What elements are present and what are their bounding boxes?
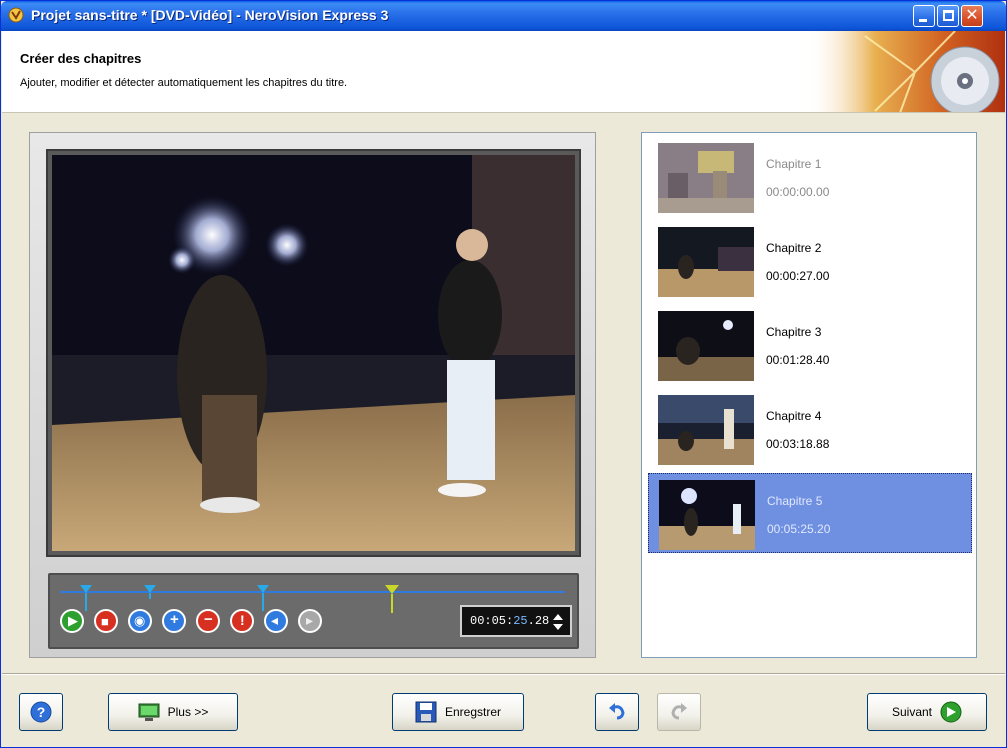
- header-disc-art: [805, 31, 1005, 112]
- stop-icon: ■: [101, 614, 109, 629]
- chapter-marker[interactable]: [257, 585, 269, 611]
- redo-icon: [671, 703, 687, 720]
- arrow-right-icon: [940, 701, 962, 723]
- help-button[interactable]: ?: [19, 693, 63, 731]
- floppy-disk-icon: [415, 701, 437, 723]
- page-subtitle: Ajouter, modifier et détecter automatiqu…: [20, 77, 348, 89]
- save-label: Enregstrer: [444, 705, 502, 719]
- play-button[interactable]: ▶: [60, 609, 84, 633]
- close-icon: ✕: [965, 7, 979, 24]
- undo-button[interactable]: [595, 693, 639, 731]
- maximize-button[interactable]: [937, 5, 959, 27]
- add-icon: +: [170, 611, 179, 628]
- help-icon: ?: [30, 701, 52, 723]
- chapter-name: Chapitre 3: [766, 325, 822, 339]
- next-icon: ▸: [306, 612, 314, 628]
- video-preview[interactable]: [52, 155, 575, 551]
- monitor-icon: [138, 703, 160, 721]
- chapter-time: 00:05:25.20: [767, 522, 831, 536]
- chapter-time: 00:00:27.00: [766, 269, 830, 283]
- chapter-thumbnail: [658, 143, 754, 213]
- chapter-marker[interactable]: [144, 585, 156, 599]
- more-button[interactable]: Plus >>: [108, 693, 238, 731]
- close-button[interactable]: ✕: [961, 5, 983, 27]
- play-icon: ▶: [68, 613, 78, 628]
- timecode-display[interactable]: 00:05:25.28: [460, 605, 572, 637]
- chapter-timeline[interactable]: [60, 585, 565, 613]
- alert-icon: !: [240, 612, 245, 628]
- previous-icon: ◂: [271, 612, 279, 628]
- chapter-item[interactable]: Chapitre 1 00:00:00.00: [648, 137, 972, 217]
- remove-icon: −: [204, 611, 213, 628]
- chapter-time: 00:03:18.88: [766, 437, 830, 451]
- app-window: Projet sans-titre * [DVD-Vidéo] - NeroVi…: [0, 0, 1007, 748]
- timecode-frames: .28: [527, 614, 550, 628]
- detect-icon: ◉: [134, 613, 146, 628]
- maximize-icon: [943, 10, 954, 21]
- chapter-item[interactable]: Chapitre 2 00:00:27.00: [648, 221, 972, 301]
- chapter-time: 00:01:28.40: [766, 353, 830, 367]
- detect-chapters-button[interactable]: ◉: [128, 609, 152, 633]
- next-button[interactable]: Suivant: [867, 693, 987, 731]
- redo-button: [657, 693, 701, 731]
- footer-separator: [2, 673, 1005, 675]
- chapter-list[interactable]: Chapitre 1 00:00:00.00 Chapitre 2 00:00:…: [641, 132, 977, 658]
- save-button[interactable]: Enregstrer: [392, 693, 524, 731]
- undo-icon: [609, 703, 625, 720]
- chapter-time: 00:00:00.00: [766, 185, 830, 199]
- more-label: Plus >>: [167, 705, 209, 719]
- chapter-item[interactable]: Chapitre 4 00:03:18.88: [648, 389, 972, 469]
- playback-controls: ▶ ■ ◉ + − ! ◂ ▸ 00:05:25.28: [48, 573, 579, 649]
- window-title: Projet sans-titre * [DVD-Vidéo] - NeroVi…: [31, 7, 389, 23]
- next-chapter-button: ▸: [298, 609, 322, 633]
- chapter-item[interactable]: Chapitre 3 00:01:28.40: [648, 305, 972, 385]
- page-header: Créer des chapitres Ajouter, modifier et…: [2, 31, 1005, 113]
- delete-all-chapters-button[interactable]: !: [230, 609, 254, 633]
- chapter-name: Chapitre 2: [766, 241, 822, 255]
- chapter-item[interactable]: Chapitre 5 00:05:25.20: [648, 473, 972, 553]
- timecode-seconds: 25: [513, 614, 528, 628]
- remove-chapter-button[interactable]: −: [196, 609, 220, 633]
- chapter-thumbnail: [659, 480, 755, 550]
- chapter-thumbnail: [658, 227, 754, 297]
- chapter-name: Chapitre 5: [767, 494, 823, 508]
- add-chapter-button[interactable]: +: [162, 609, 186, 633]
- chapter-thumbnail: [658, 395, 754, 465]
- video-frame-image: [52, 155, 575, 551]
- title-bar[interactable]: Projet sans-titre * [DVD-Vidéo] - NeroVi…: [1, 1, 1006, 31]
- minimize-icon: [919, 19, 927, 22]
- chapter-marker[interactable]: [80, 585, 92, 611]
- timecode-prefix: 00:05:: [470, 614, 514, 628]
- video-preview-panel: ▶ ■ ◉ + − ! ◂ ▸ 00:05:25.28: [29, 132, 596, 658]
- spinner-arrows-icon[interactable]: [552, 613, 564, 631]
- stop-button[interactable]: ■: [94, 609, 118, 633]
- page-title: Créer des chapitres: [20, 51, 142, 66]
- video-frame: [46, 149, 581, 557]
- current-position-marker[interactable]: [385, 585, 399, 613]
- chapter-name: Chapitre 4: [766, 409, 822, 423]
- nerovision-app-icon: [7, 6, 25, 24]
- minimize-button[interactable]: [913, 5, 935, 27]
- svg-text:?: ?: [37, 704, 46, 720]
- chapter-thumbnail: [658, 311, 754, 381]
- chapter-name: Chapitre 1: [766, 157, 822, 171]
- previous-chapter-button[interactable]: ◂: [264, 609, 288, 633]
- next-label: Suivant: [891, 705, 933, 719]
